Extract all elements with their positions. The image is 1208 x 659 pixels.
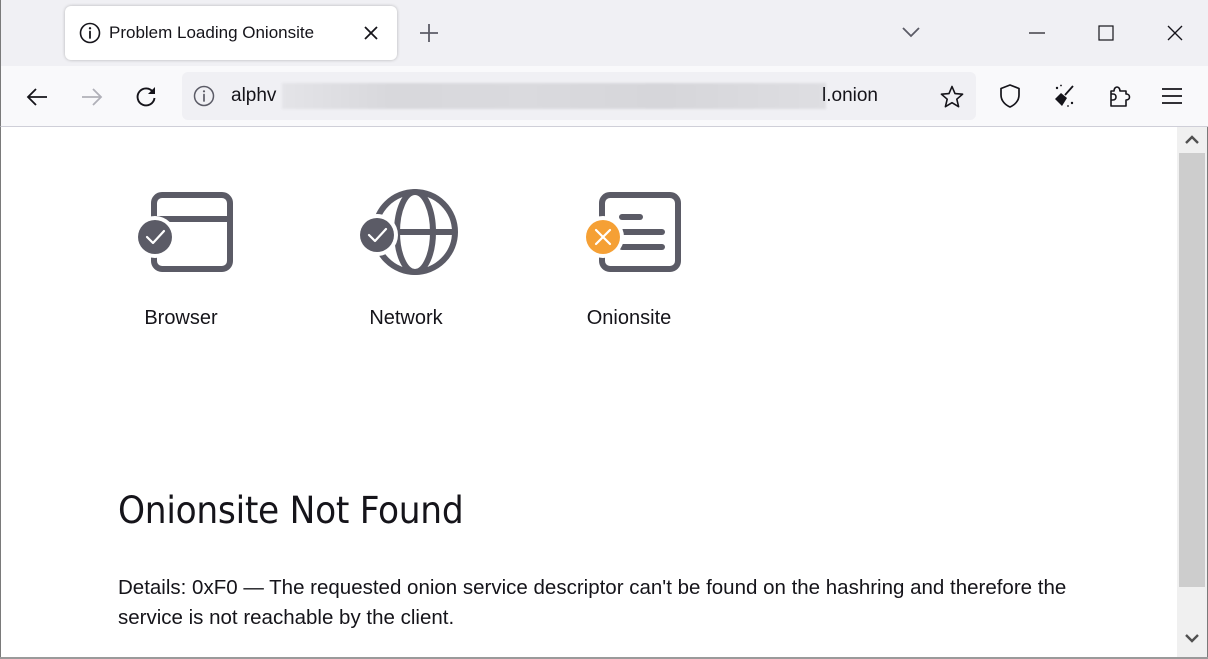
status-label: Browser — [144, 307, 218, 329]
site-info-icon[interactable] — [193, 85, 215, 107]
info-icon — [79, 22, 101, 44]
extensions-puzzle-icon[interactable] — [1105, 82, 1133, 110]
status-label: Network — [369, 307, 443, 329]
tab-strip: Problem Loading Onionsite — [0, 0, 1208, 66]
check-badge — [360, 218, 394, 252]
maximize-icon[interactable] — [1091, 18, 1121, 48]
forward-arrow-icon[interactable] — [78, 83, 106, 111]
status-network: Network — [306, 127, 506, 337]
globe-network-icon — [356, 189, 458, 275]
url-bar[interactable]: alphv l.onion — [182, 72, 976, 120]
status-onionsite: Onionsite — [529, 127, 729, 337]
check-badge — [138, 220, 172, 254]
vertical-scrollbar[interactable] — [1177, 127, 1208, 659]
url-redacted-region — [282, 83, 826, 109]
status-browser: Browser — [81, 127, 281, 337]
close-tab-icon[interactable] — [361, 23, 381, 43]
browser-window-icon — [134, 192, 233, 272]
new-tab-plus-icon[interactable] — [417, 21, 441, 45]
tab-active[interactable]: Problem Loading Onionsite — [65, 6, 397, 60]
tab-title: Problem Loading Onionsite — [109, 23, 315, 42]
shield-icon[interactable] — [996, 82, 1024, 110]
url-text-start: alphv — [231, 85, 277, 106]
minimize-icon[interactable] — [1022, 18, 1052, 48]
error-title: Onionsite Not Found — [118, 489, 464, 532]
reload-icon[interactable] — [132, 83, 160, 111]
url-text-end: l.onion — [822, 85, 878, 106]
page-content: Browser Network Onionsite Onionsite Not … — [0, 127, 1177, 659]
onionsite-document-icon — [582, 192, 681, 272]
window-close-icon[interactable] — [1160, 18, 1190, 48]
navigation-toolbar: alphv l.onion — [0, 66, 1208, 127]
scrollbar-thumb[interactable] — [1179, 153, 1205, 587]
star-icon[interactable] — [939, 84, 965, 110]
chevron-down-icon[interactable] — [899, 22, 923, 42]
back-arrow-icon[interactable] — [23, 83, 51, 111]
status-label: Onionsite — [586, 307, 672, 329]
scroll-up-arrow-icon[interactable] — [1183, 133, 1201, 147]
error-details: Details: 0xF0 — The requested onion serv… — [118, 576, 1067, 629]
hamburger-menu-icon[interactable] — [1158, 82, 1186, 110]
scroll-down-arrow-icon[interactable] — [1183, 631, 1201, 645]
broom-icon[interactable] — [1050, 82, 1078, 110]
